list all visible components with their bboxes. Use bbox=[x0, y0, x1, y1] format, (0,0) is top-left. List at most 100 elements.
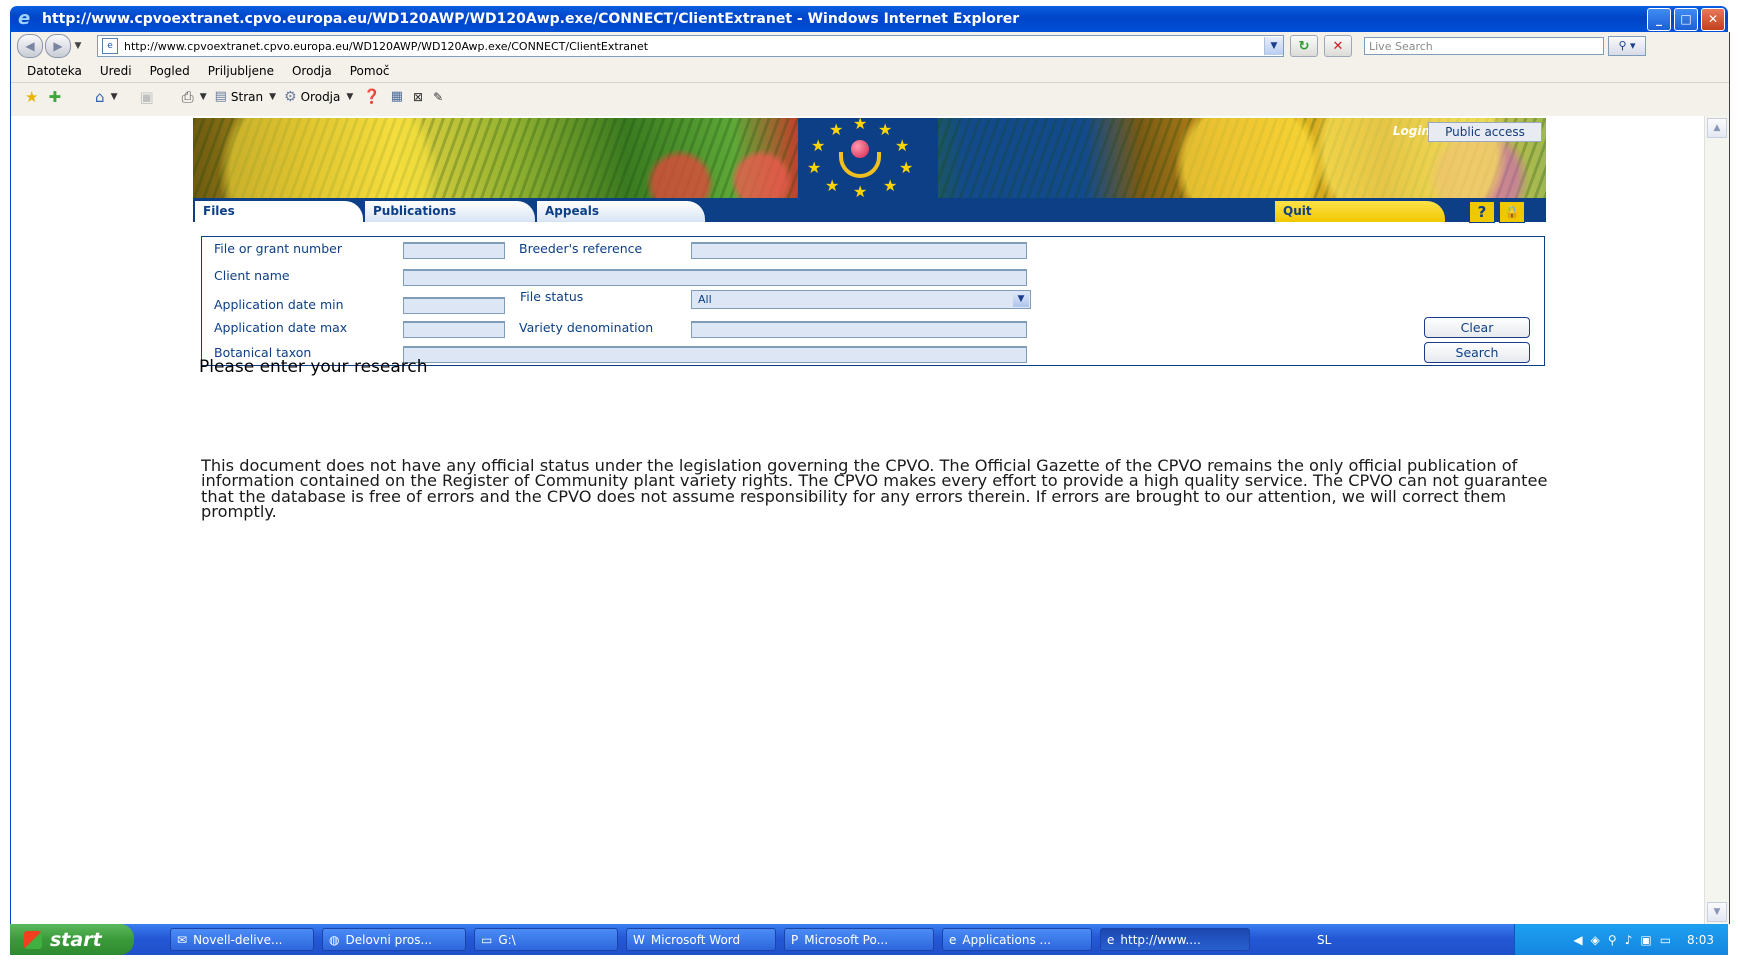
file-status-select[interactable]: All ▼ bbox=[691, 290, 1031, 309]
tab-files[interactable]: Files bbox=[195, 201, 363, 222]
refresh-icon[interactable]: ↻ bbox=[1290, 35, 1318, 57]
ie-icon: e bbox=[949, 932, 957, 947]
maximize-button[interactable]: □ bbox=[1674, 7, 1698, 31]
botanical-taxon-input[interactable] bbox=[403, 346, 1027, 363]
forward-button[interactable]: ▶ bbox=[45, 34, 71, 58]
home-icon[interactable]: ⌂ bbox=[95, 88, 105, 106]
tray-display-icon[interactable]: ▣ bbox=[1640, 933, 1651, 947]
taskbar-item-applications[interactable]: e Applications ... bbox=[942, 928, 1092, 951]
help-question-icon[interactable]: ? bbox=[1469, 201, 1495, 223]
home-dropdown-icon[interactable]: ▼ bbox=[111, 92, 118, 102]
menu-item-uredi[interactable]: Uredi bbox=[100, 64, 132, 78]
address-dropdown-icon[interactable]: ▼ bbox=[1264, 37, 1283, 55]
page-menu-icon: ▤ bbox=[214, 89, 227, 104]
menu-item-priljubljene[interactable]: Priljubljene bbox=[208, 64, 274, 78]
minimize-button[interactable]: _ bbox=[1647, 7, 1671, 31]
windows-flag-icon: w bbox=[24, 930, 42, 949]
tray-network-icon[interactable]: ◈ bbox=[1591, 933, 1600, 947]
address-bar[interactable]: e http://www.cpvoextranet.cpvo.europa.eu… bbox=[97, 35, 1284, 57]
taskbar-item-cpvo[interactable]: e http://www.... bbox=[1100, 928, 1250, 951]
language-indicator[interactable]: SL bbox=[1317, 933, 1331, 947]
tray-monitor-icon[interactable]: ▭ bbox=[1660, 933, 1671, 947]
menu-item-pogled[interactable]: Pogled bbox=[150, 64, 190, 78]
eu-star-icon: ★ bbox=[899, 158, 914, 177]
stop-icon[interactable]: ✕ bbox=[1324, 35, 1352, 57]
clear-button[interactable]: Clear bbox=[1424, 317, 1530, 338]
application-date-max-input[interactable] bbox=[403, 321, 505, 338]
application-date-max-label: Application date max bbox=[214, 320, 348, 335]
feeds-icon[interactable]: ▣ bbox=[139, 88, 153, 106]
close-window-button[interactable]: ✕ bbox=[1701, 7, 1725, 31]
powerpoint-icon: P bbox=[791, 932, 799, 947]
tools-gear-icon: ⚙ bbox=[284, 89, 297, 105]
breeders-reference-label: Breeder's reference bbox=[519, 241, 643, 256]
file-status-value: All bbox=[698, 293, 712, 306]
taskbar-item-label: Delovni pros... bbox=[345, 932, 432, 947]
print-dropdown-icon[interactable]: ▼ bbox=[200, 92, 207, 102]
start-button[interactable]: w start bbox=[10, 924, 134, 955]
tab-quit[interactable]: Quit bbox=[1275, 201, 1445, 222]
cpvo-logo bbox=[835, 136, 885, 180]
breeders-reference-input[interactable] bbox=[691, 242, 1027, 259]
browser-chrome: ◀ ▶ ▼ e http://www.cpvoextranet.cpvo.eur… bbox=[10, 32, 1730, 116]
menu-item-orodja[interactable]: Orodja bbox=[292, 64, 332, 78]
history-dropdown-icon[interactable]: ▼ bbox=[71, 41, 85, 51]
scroll-up-icon[interactable]: ▲ bbox=[1707, 118, 1727, 138]
research-icon[interactable]: ▦ bbox=[391, 88, 403, 106]
tools-dropdown-icon[interactable]: ▼ bbox=[346, 92, 353, 102]
taskbar-item-label: Novell-delive... bbox=[193, 932, 283, 947]
tab-publications[interactable]: Publications bbox=[365, 201, 535, 222]
taskbar-item-powerpoint[interactable]: P Microsoft Po... bbox=[784, 928, 934, 951]
menu-item-datoteka[interactable]: Datoteka bbox=[27, 64, 82, 78]
address-row: ◀ ▶ ▼ e http://www.cpvoextranet.cpvo.eur… bbox=[11, 32, 1729, 60]
client-name-label: Client name bbox=[214, 268, 290, 283]
tray-back-icon[interactable]: ◀ bbox=[1573, 933, 1582, 947]
messenger-icon[interactable]: ⊠ bbox=[413, 88, 423, 106]
file-grant-input[interactable] bbox=[403, 242, 505, 259]
tab-appeals[interactable]: Appeals bbox=[537, 201, 705, 222]
help-icon[interactable]: ❓ bbox=[363, 88, 380, 106]
tray-search-icon[interactable]: ⚲ bbox=[1608, 933, 1617, 947]
tray-volume-icon[interactable]: ♪ bbox=[1625, 933, 1633, 947]
application-date-min-input[interactable] bbox=[403, 297, 505, 314]
live-search-input[interactable]: Live Search bbox=[1364, 37, 1604, 55]
eu-star-icon: ★ bbox=[825, 176, 840, 195]
lock-icon[interactable]: 🔒 bbox=[1499, 201, 1525, 223]
back-button[interactable]: ◀ bbox=[17, 34, 43, 58]
search-button[interactable]: Search bbox=[1424, 342, 1530, 363]
tab-strip: Files Publications Appeals Quit ? 🔒 bbox=[193, 198, 1546, 223]
taskbar-item-novell[interactable]: ✉ Novell-delive... bbox=[170, 928, 314, 951]
menu-item-pomoc[interactable]: Pomoč bbox=[350, 64, 390, 78]
page-dropdown-icon[interactable]: ▼ bbox=[269, 92, 276, 102]
eu-star-icon: ★ bbox=[811, 136, 826, 155]
window-title-bar[interactable]: e http://www.cpvoextranet.cpvo.europa.eu… bbox=[10, 6, 1728, 32]
clock[interactable]: 8:03 bbox=[1687, 933, 1714, 947]
favorites-star-icon[interactable]: ★ bbox=[25, 88, 38, 106]
mail-icon: ✉ bbox=[177, 932, 188, 947]
address-url[interactable]: http://www.cpvoextranet.cpvo.europa.eu/W… bbox=[124, 40, 1264, 53]
vertical-scrollbar[interactable]: ▲ ▼ bbox=[1704, 116, 1729, 924]
taskbar-item-word[interactable]: W Microsoft Word bbox=[626, 928, 776, 951]
taskbar-item-delovni[interactable]: ◍ Delovni pros... bbox=[322, 928, 466, 951]
scroll-down-icon[interactable]: ▼ bbox=[1707, 902, 1727, 922]
screen: e http://www.cpvoextranet.cpvo.europa.eu… bbox=[0, 0, 1738, 963]
public-access-badge[interactable]: Public access bbox=[1428, 122, 1542, 142]
internet-explorer-icon: e bbox=[18, 8, 31, 29]
chevron-down-icon[interactable]: ▼ bbox=[1013, 292, 1029, 307]
variety-denomination-input[interactable] bbox=[691, 321, 1027, 338]
taskbar-item-label: Applications ... bbox=[962, 932, 1051, 947]
command-bar: ★ ✚ ⌂ ▼ ▣ ⎙ ▼ ▤ Stran ▼ ⚙ Orodja ▼ ❓ ▦ ⊠… bbox=[11, 82, 1729, 112]
search-go-icon[interactable]: ⚲ ▾ bbox=[1608, 36, 1646, 56]
eu-star-icon: ★ bbox=[853, 118, 868, 133]
blog-icon[interactable]: ✎ bbox=[433, 88, 443, 106]
client-name-input[interactable] bbox=[403, 269, 1027, 286]
print-icon[interactable]: ⎙ bbox=[182, 88, 194, 106]
taskbar-item-label: http://www.... bbox=[1120, 932, 1201, 947]
taskbar-item-label: G:\ bbox=[498, 932, 516, 947]
page-menu[interactable]: Stran bbox=[231, 90, 263, 104]
research-prompt: Please enter your research bbox=[199, 357, 428, 377]
taskbar-item-drive-g[interactable]: ▭ G:\ bbox=[474, 928, 618, 951]
tools-menu[interactable]: Orodja bbox=[301, 90, 341, 104]
taskbar-item-label: Microsoft Word bbox=[650, 932, 741, 947]
add-favorites-icon[interactable]: ✚ bbox=[48, 88, 61, 106]
